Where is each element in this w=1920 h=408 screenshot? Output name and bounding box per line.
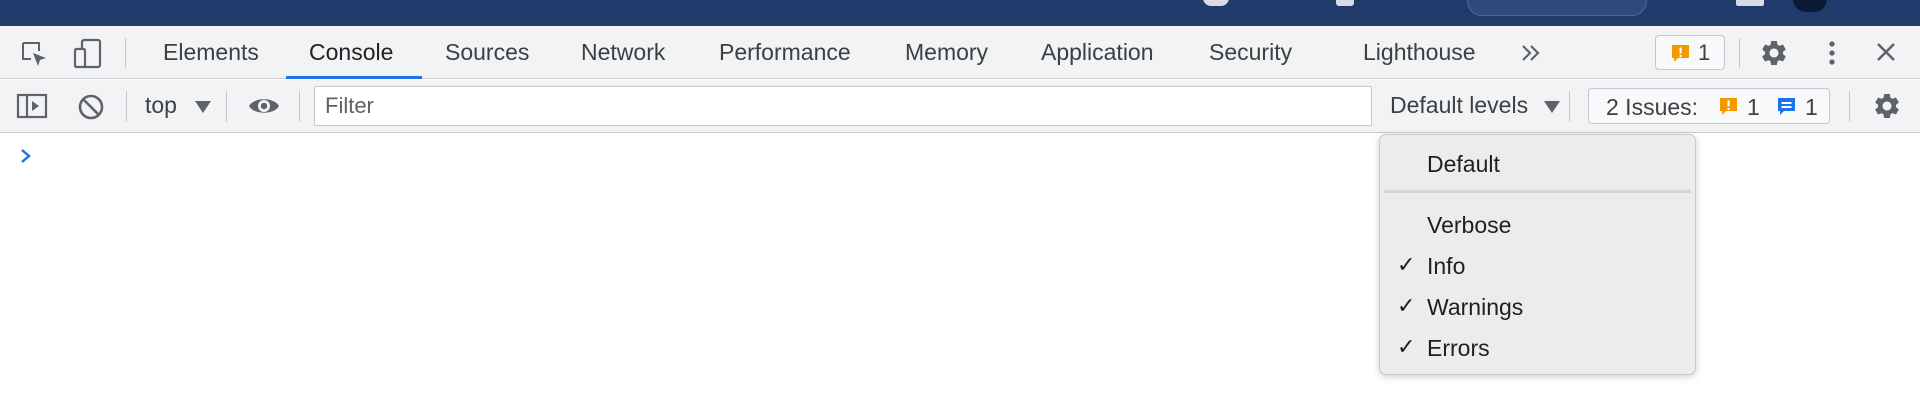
menu-item-label: Info [1427,253,1466,279]
log-levels-dropdown[interactable]: Default levels [1390,92,1561,119]
menu-item-label: Errors [1427,335,1490,361]
tab-security[interactable]: Security [1209,26,1292,79]
more-options-icon[interactable] [1825,38,1839,68]
issues-counter-button[interactable]: 2 Issues: 1 1 [1588,88,1830,124]
warning-count: 1 [1747,94,1760,120]
inspect-element-icon[interactable] [20,40,48,68]
menu-item-label: Warnings [1427,294,1524,320]
tab-application[interactable]: Application [1041,26,1154,79]
divider [1569,91,1570,122]
info-count: 1 [1805,94,1818,120]
log-levels-label: Default levels [1390,92,1529,118]
execution-context-value: top [145,92,177,118]
execution-context-select[interactable]: top [145,92,212,119]
info-message-icon [1778,98,1795,115]
divider [226,91,227,122]
dropdown-arrow-icon [195,100,212,113]
dropdown-arrow-icon [1544,100,1561,113]
console-settings-gear-icon[interactable] [1872,91,1902,121]
divider [1739,38,1740,68]
menu-separator [1384,190,1691,193]
console-toolbar: top Default levels 2 Issues: 1 1 [0,80,1920,133]
tab-memory[interactable]: Memory [905,26,988,79]
show-sidebar-icon[interactable] [16,93,48,119]
avatar [1793,0,1827,12]
divider [126,91,127,122]
filter-input[interactable] [315,87,1371,125]
menu-item-label: Verbose [1427,212,1512,238]
menu-item-warnings[interactable]: ✓ Warnings [1380,288,1695,324]
tab-sources[interactable]: Sources [445,26,529,79]
device-toolbar-icon[interactable] [72,38,104,70]
divider [1849,91,1850,122]
extensions-pill [1467,0,1647,16]
warning-icon [1720,98,1737,115]
log-levels-menu: Default Verbose ✓ Info ✓ Warnings ✓ Erro… [1379,134,1696,375]
profile-icon [1203,0,1229,6]
checkmark-icon: ✓ [1397,293,1416,318]
checkmark-icon: ✓ [1397,252,1416,277]
extension-icon [1336,0,1354,6]
issues-label: 2 Issues: [1606,94,1699,120]
menu-item-info[interactable]: ✓ Info [1380,247,1695,283]
tab-performance[interactable]: Performance [719,26,851,79]
live-expression-eye-icon[interactable] [247,93,281,119]
tab-lighthouse[interactable]: Lighthouse [1363,26,1476,79]
window-icon [1736,0,1764,6]
menu-item-verbose[interactable]: Verbose [1380,206,1695,242]
filter-input-wrapper [314,86,1372,126]
clear-console-icon[interactable] [77,93,105,121]
tab-network[interactable]: Network [581,26,665,79]
divider [299,91,300,122]
checkmark-icon: ✓ [1397,334,1416,359]
console-prompt-chevron-icon [21,149,31,163]
active-tab-indicator [286,76,422,79]
devtools-tab-bar: Elements Console Sources Network Perform… [0,26,1920,79]
double-chevron-right-icon[interactable] [1520,43,1542,63]
menu-item-label: Default [1427,151,1500,177]
tab-elements[interactable]: Elements [163,26,259,79]
menu-item-default[interactable]: Default [1380,145,1695,181]
settings-gear-icon[interactable] [1759,38,1789,68]
issues-badge-button[interactable]: 1 [1655,35,1725,70]
close-icon[interactable] [1875,41,1897,63]
menu-item-errors[interactable]: ✓ Errors [1380,329,1695,365]
warning-icon [1672,45,1689,62]
tab-console[interactable]: Console [309,26,393,79]
browser-top-strip [0,0,1920,26]
issues-badge-count: 1 [1698,40,1711,65]
divider [125,38,126,68]
